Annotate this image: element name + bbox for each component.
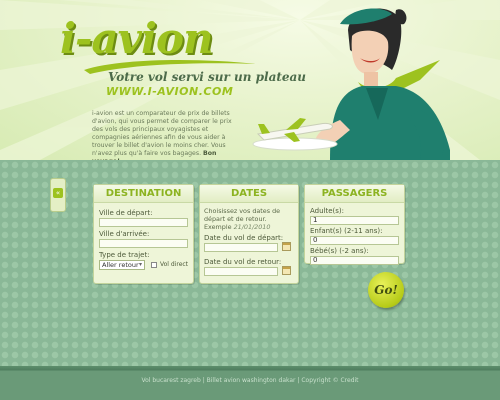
header-hero: i-avion Votre vol servi sur un plateau W… (0, 0, 500, 160)
calendar-icon[interactable] (282, 266, 291, 275)
footer: Vol bucarest zagreb | Billet avion washi… (0, 366, 500, 400)
dates-title: Dates (200, 185, 298, 203)
footer-links[interactable]: Vol bucarest zagreb | Billet avion washi… (0, 377, 500, 384)
children-label: Enfant(s) (2-11 ans): (310, 227, 383, 235)
site-tagline: Votre vol servi sur un plateau (108, 70, 307, 84)
babies-input[interactable]: 0 (310, 256, 399, 265)
adults-label: Adulte(s): (310, 207, 345, 215)
departure-city-label: Ville de départ: (99, 209, 153, 217)
tab-toggle-icon[interactable]: « (53, 188, 63, 198)
departure-date-input[interactable] (204, 243, 278, 252)
arrival-city-input[interactable] (99, 239, 188, 248)
airplane-on-tray-illustration (252, 118, 338, 151)
children-input[interactable]: 0 (310, 236, 399, 245)
intro-text: i-avion est un comparateur de prix de bi… (92, 110, 240, 160)
return-date-label: Date du vol de retour: (204, 258, 282, 266)
destination-panel: Destination Ville de départ: Ville d'arr… (93, 184, 194, 284)
go-button[interactable]: Go! (368, 272, 404, 308)
destination-title: Destination (94, 185, 193, 203)
dates-example: 21/01/2010 (233, 223, 271, 231)
direct-flight-checkbox[interactable] (151, 262, 157, 268)
babies-label: Bébé(s) (-2 ans): (310, 247, 369, 255)
departure-date-label: Date du vol de départ: (204, 234, 284, 242)
site-url: WWW.I-AVION.COM (106, 85, 234, 98)
passengers-title: Passagers (305, 185, 404, 203)
trip-type-select[interactable]: Aller retour ▾ (99, 260, 145, 270)
direct-flight-label: Vol direct (160, 261, 189, 268)
trip-type-label: Type de trajet: (99, 251, 150, 259)
return-date-input[interactable] (204, 267, 278, 276)
chevron-down-icon: ▾ (138, 261, 142, 268)
dates-panel: Dates Choisissez vos dates de départ et … (199, 184, 299, 284)
arrival-city-label: Ville d'arrivée: (99, 230, 150, 238)
passengers-panel: Passagers Adulte(s): 1 Enfant(s) (2-11 a… (304, 184, 405, 265)
adults-input[interactable]: 1 (310, 216, 399, 225)
dates-instructions: Choisissez vos dates de départ et de ret… (204, 207, 296, 231)
calendar-icon[interactable] (282, 242, 291, 251)
trip-type-value: Aller retour (102, 261, 139, 269)
departure-city-input[interactable] (99, 218, 188, 227)
